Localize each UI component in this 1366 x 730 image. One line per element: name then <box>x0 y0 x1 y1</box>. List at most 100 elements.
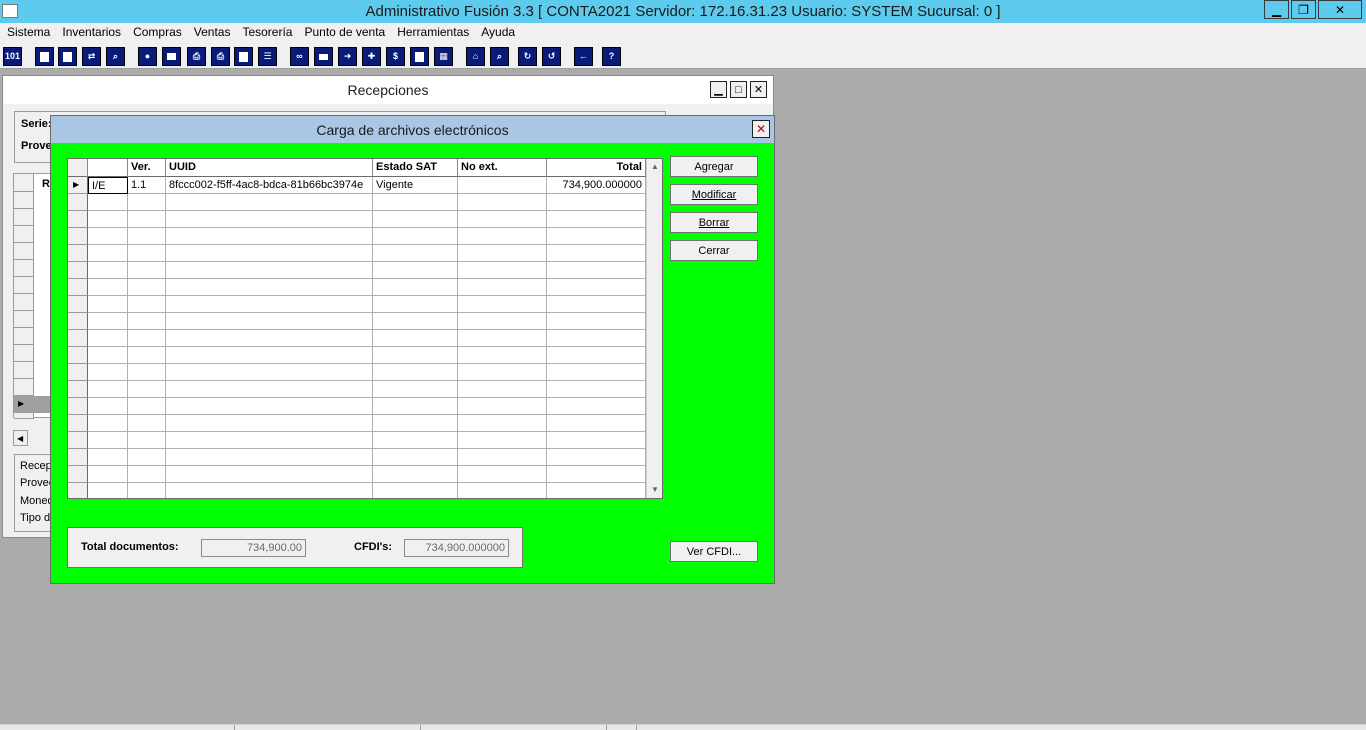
table-cell[interactable] <box>458 262 547 279</box>
table-cell[interactable] <box>458 245 547 262</box>
clipboard-icon[interactable] <box>58 47 77 66</box>
zoom-icon[interactable]: ⌕ <box>106 47 125 66</box>
scroll-left-icon[interactable]: ◀ <box>13 430 28 446</box>
undo-icon[interactable]: ↺ <box>542 47 561 66</box>
table-cell[interactable] <box>373 381 458 398</box>
table-cell[interactable] <box>166 347 373 364</box>
table-cell[interactable] <box>458 449 547 466</box>
menu-ventas[interactable]: Ventas <box>189 23 238 43</box>
cell-estado[interactable]: Vigente <box>373 177 458 194</box>
table-cell[interactable] <box>547 296 646 313</box>
table-cell[interactable] <box>373 330 458 347</box>
table-cell[interactable] <box>88 483 128 498</box>
table-cell[interactable] <box>166 228 373 245</box>
table-cell[interactable] <box>166 194 373 211</box>
table-cell[interactable] <box>128 381 166 398</box>
menu-ayuda[interactable]: Ayuda <box>476 23 522 43</box>
table-cell[interactable] <box>373 262 458 279</box>
table-row[interactable] <box>68 245 646 262</box>
recepciones-maximize-button[interactable]: □ <box>730 81 747 98</box>
cell-noext[interactable] <box>458 177 547 194</box>
table-cell[interactable] <box>547 347 646 364</box>
borrar-button[interactable]: Borrar <box>670 212 758 233</box>
table-cell[interactable] <box>547 313 646 330</box>
table-cell[interactable] <box>88 381 128 398</box>
user-icon[interactable]: ● <box>138 47 157 66</box>
header-ver[interactable]: Ver. <box>128 159 166 177</box>
header-uuid[interactable]: UUID <box>166 159 373 177</box>
minimize-button[interactable]: ▁ <box>1264 0 1289 19</box>
table-cell[interactable] <box>128 364 166 381</box>
table-cell[interactable] <box>166 313 373 330</box>
table-cell[interactable] <box>458 381 547 398</box>
table-cell[interactable] <box>458 211 547 228</box>
table-cell[interactable] <box>547 228 646 245</box>
cerrar-button[interactable]: Cerrar <box>670 240 758 261</box>
table-cell[interactable] <box>128 466 166 483</box>
table-cell[interactable] <box>547 415 646 432</box>
header-total[interactable]: Total <box>547 159 646 177</box>
table-row[interactable] <box>68 432 646 449</box>
table-row[interactable] <box>68 330 646 347</box>
table-cell[interactable] <box>547 211 646 228</box>
table-cell[interactable] <box>458 364 547 381</box>
list-icon[interactable]: ☰ <box>258 47 277 66</box>
table-cell[interactable] <box>128 313 166 330</box>
menu-sistema[interactable]: Sistema <box>2 23 57 43</box>
id-icon[interactable]: 101 <box>3 47 22 66</box>
home-icon[interactable]: ⌂ <box>466 47 485 66</box>
table-cell[interactable] <box>88 279 128 296</box>
table-row[interactable] <box>68 262 646 279</box>
table-cell[interactable] <box>547 398 646 415</box>
search-icon[interactable]: ⌕ <box>490 47 509 66</box>
table-cell[interactable] <box>166 330 373 347</box>
table-cell[interactable] <box>166 279 373 296</box>
table-cell[interactable] <box>373 347 458 364</box>
table-cell[interactable] <box>166 415 373 432</box>
table-row[interactable] <box>68 194 646 211</box>
table-cell[interactable] <box>128 415 166 432</box>
table-cell[interactable] <box>88 449 128 466</box>
back-icon[interactable]: ← <box>574 47 593 66</box>
table-cell[interactable] <box>547 330 646 347</box>
table-cell[interactable] <box>128 347 166 364</box>
swap-icon[interactable]: ⇄ <box>82 47 101 66</box>
table-cell[interactable] <box>88 313 128 330</box>
restore-button[interactable]: ❐ <box>1291 0 1316 19</box>
ver-cfdi-button[interactable]: Ver CFDI... <box>670 541 758 562</box>
header-no-ext[interactable]: No ext. <box>458 159 547 177</box>
agregar-button[interactable]: Agregar <box>670 156 758 177</box>
table-row[interactable] <box>68 415 646 432</box>
table-cell[interactable] <box>458 483 547 498</box>
table-cell[interactable] <box>458 194 547 211</box>
folder-icon[interactable] <box>162 47 181 66</box>
table-cell[interactable] <box>128 245 166 262</box>
table-cell[interactable] <box>88 347 128 364</box>
table-cell[interactable] <box>128 194 166 211</box>
table-cell[interactable] <box>128 432 166 449</box>
table-row[interactable] <box>68 211 646 228</box>
table-cell[interactable] <box>373 364 458 381</box>
table-cell[interactable] <box>88 296 128 313</box>
table-cell[interactable] <box>547 466 646 483</box>
table-cell[interactable] <box>373 228 458 245</box>
table-cell[interactable] <box>166 449 373 466</box>
document-icon[interactable] <box>234 47 253 66</box>
cell-total[interactable]: 734,900.000000 <box>547 177 646 194</box>
table-cell[interactable] <box>458 330 547 347</box>
table-cell[interactable] <box>88 466 128 483</box>
scroll-down-icon[interactable]: ▼ <box>651 485 659 494</box>
table-cell[interactable] <box>458 347 547 364</box>
table-cell[interactable] <box>547 194 646 211</box>
table-cell[interactable] <box>128 483 166 498</box>
report-icon[interactable] <box>410 47 429 66</box>
table-cell[interactable] <box>458 398 547 415</box>
table-cell[interactable] <box>166 466 373 483</box>
table-cell[interactable] <box>458 415 547 432</box>
table-row[interactable] <box>68 449 646 466</box>
header-tipo[interactable] <box>88 159 128 177</box>
printer-icon[interactable]: ⎙ <box>211 47 230 66</box>
table-cell[interactable] <box>373 245 458 262</box>
table-cell[interactable] <box>88 211 128 228</box>
table-cell[interactable] <box>166 381 373 398</box>
